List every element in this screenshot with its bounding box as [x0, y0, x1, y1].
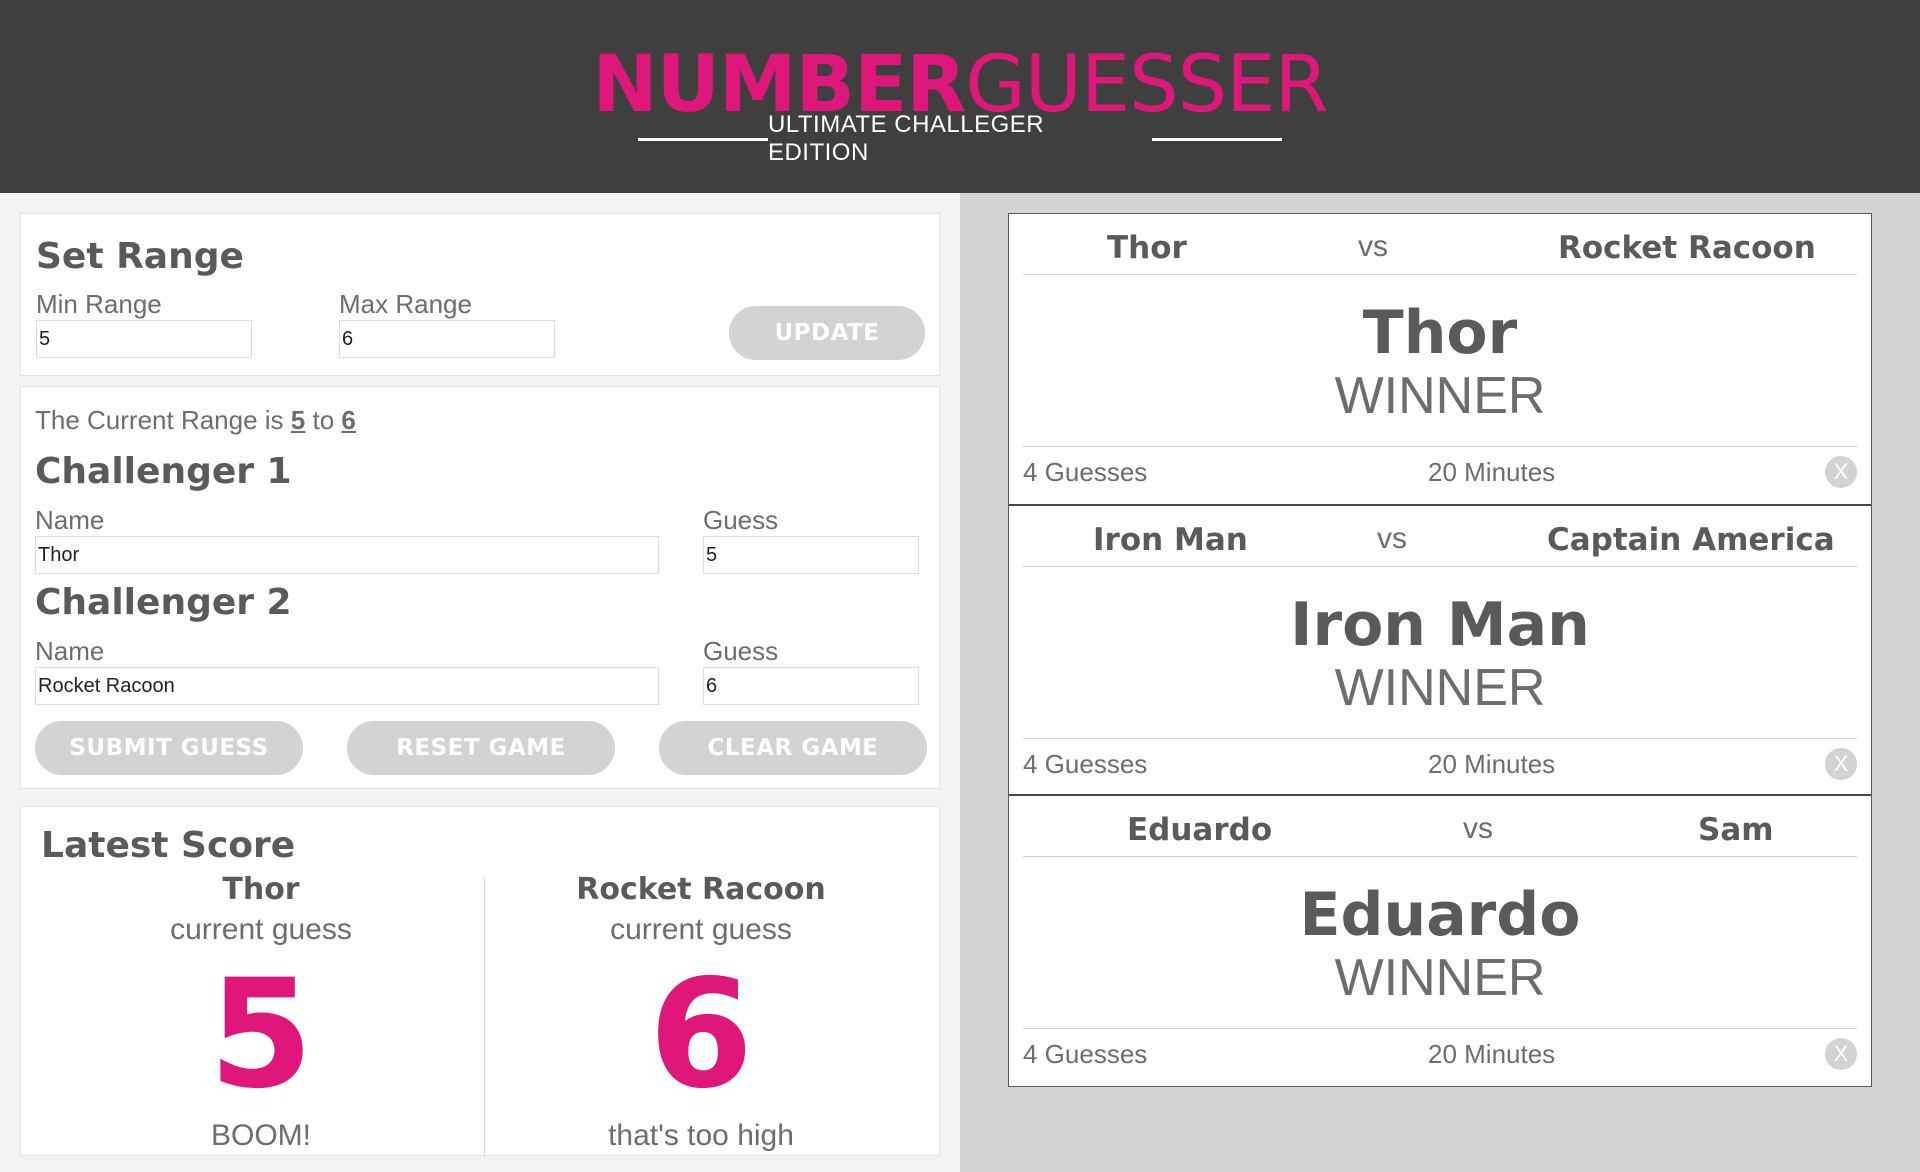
match-footer: 4 Guesses 20 Minutes X: [1023, 738, 1857, 797]
score-player-1-guess: 5: [208, 948, 314, 1122]
left-column: Set Range Min Range 5 Max Range 6 UPDATE…: [0, 193, 960, 1172]
set-range-title: Set Range: [36, 236, 244, 277]
match-minutes: 20 Minutes: [1428, 749, 1556, 779]
match-header: Eduardo vs Sam: [1023, 796, 1857, 857]
challenger-1-title: Challenger 1: [35, 451, 292, 492]
score-player-1-status: BOOM!: [210, 1119, 311, 1152]
app-header: NUMBERGUESSER ULTIMATE CHALLEGER EDITION: [0, 0, 1920, 193]
match-vs: vs: [1358, 230, 1388, 263]
match-player-1: Thor: [1107, 230, 1187, 266]
match-winner-name: Iron Man: [1290, 590, 1590, 660]
match-footer: 4 Guesses 20 Minutes X: [1023, 446, 1857, 505]
match-guesses: 4 Guesses: [1023, 749, 1148, 779]
clear-game-button[interactable]: CLEAR GAME: [659, 721, 927, 775]
challenger-1-guess-label: Guess: [703, 505, 779, 535]
match-winner-name: Eduardo: [1299, 880, 1581, 950]
min-range-label: Min Range: [36, 289, 162, 319]
current-range-max: 6: [341, 405, 356, 435]
match-minutes: 20 Minutes: [1428, 1039, 1556, 1069]
submit-guess-button[interactable]: SUBMIT GUESS: [35, 721, 303, 775]
current-range-prefix: The Current Range is: [35, 405, 284, 435]
match-guesses: 4 Guesses: [1023, 1039, 1148, 1069]
match-card: Iron Man vs Captain America Iron Man WIN…: [1009, 504, 1871, 796]
challengers-card: The Current Range is 5 to 6 Challenger 1…: [20, 386, 940, 789]
latest-score-title: Latest Score: [41, 825, 296, 866]
score-player-2-label: current guess: [610, 913, 792, 946]
match-player-2: Rocket Racoon: [1558, 230, 1816, 266]
match-winner-name: Thor: [1362, 298, 1518, 368]
match-results-panel: Thor vs Rocket Racoon Thor WINNER 4 Gues…: [1008, 213, 1872, 1087]
delete-match-button[interactable]: X: [1825, 1038, 1857, 1070]
current-range-connector: to: [312, 405, 335, 435]
delete-match-button[interactable]: X: [1825, 456, 1857, 488]
match-player-2: Captain America: [1547, 522, 1835, 558]
match-header: Iron Man vs Captain America: [1023, 506, 1857, 567]
match-winner-label: WINNER: [1334, 659, 1546, 717]
challenger-1-name-label: Name: [35, 505, 105, 535]
match-vs: vs: [1463, 812, 1493, 845]
set-range-card: Set Range Min Range 5 Max Range 6 UPDATE: [20, 213, 940, 376]
challenger-2-guess-label: Guess: [703, 636, 779, 666]
current-range-min: 5: [290, 405, 306, 435]
reset-game-button[interactable]: RESET GAME: [347, 721, 615, 775]
max-range-label: Max Range: [339, 289, 472, 319]
subtitle-row: ULTIMATE CHALLEGER EDITION: [638, 111, 1282, 166]
current-range-text: The Current Range is 5 to 6: [35, 405, 356, 436]
challenger-2-title: Challenger 2: [35, 582, 292, 623]
score-player-2-status: that's too high: [608, 1119, 794, 1152]
update-button[interactable]: UPDATE: [729, 306, 925, 360]
match-header: Thor vs Rocket Racoon: [1023, 214, 1857, 275]
match-minutes: 20 Minutes: [1428, 457, 1556, 487]
match-winner-label: WINNER: [1334, 367, 1546, 425]
challenger-1-guess-input[interactable]: 5: [703, 536, 919, 574]
delete-match-button[interactable]: X: [1825, 748, 1857, 780]
score-player-1-name: Thor: [222, 872, 300, 907]
subtitle-rule-right: [1152, 137, 1282, 141]
latest-score-card: Latest Score Thor current guess 5 BOOM! …: [20, 806, 940, 1157]
score-player-2-guess: 6: [648, 948, 754, 1122]
match-player-1: Eduardo: [1127, 812, 1273, 848]
subtitle-rule-left: [638, 137, 768, 141]
app-subtitle: ULTIMATE CHALLEGER EDITION: [767, 111, 1045, 166]
challenger-1-name-input[interactable]: Thor: [35, 536, 659, 574]
match-vs: vs: [1377, 522, 1407, 555]
match-card: Eduardo vs Sam Eduardo WINNER 4 Guesses …: [1009, 794, 1871, 1086]
match-player-1: Iron Man: [1093, 522, 1248, 558]
score-player-2: Rocket Racoon current guess 6 that's too…: [481, 872, 921, 1153]
match-footer: 4 Guesses 20 Minutes X: [1023, 1028, 1857, 1087]
challenger-2-name-input[interactable]: Rocket Racoon: [35, 667, 659, 705]
max-range-input[interactable]: 6: [339, 320, 555, 358]
match-guesses: 4 Guesses: [1023, 457, 1148, 487]
match-card: Thor vs Rocket Racoon Thor WINNER 4 Gues…: [1009, 214, 1871, 504]
match-player-2: Sam: [1698, 812, 1774, 848]
challenger-2-guess-input[interactable]: 6: [703, 667, 919, 705]
score-player-1: Thor current guess 5 BOOM!: [41, 872, 481, 1153]
challenger-2-name-label: Name: [35, 636, 105, 666]
score-player-2-name: Rocket Racoon: [576, 872, 826, 907]
min-range-input[interactable]: 5: [36, 320, 252, 358]
match-winner-label: WINNER: [1334, 949, 1546, 1007]
score-player-1-label: current guess: [170, 913, 352, 946]
